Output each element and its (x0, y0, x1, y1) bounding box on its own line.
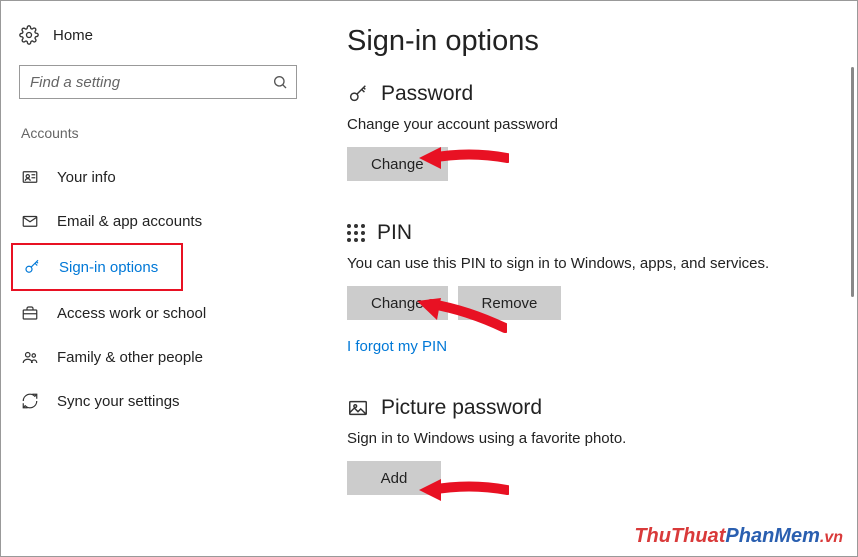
nav-label: Sign-in options (59, 259, 158, 276)
search-input[interactable] (30, 74, 272, 91)
nav-label: Your info (57, 169, 116, 186)
settings-sidebar: Home Accounts Your info Email & app acco… (1, 1, 311, 556)
key-icon (347, 83, 369, 105)
annotation-highlight: Sign-in options (11, 243, 183, 291)
search-icon (272, 74, 288, 90)
sync-icon (21, 392, 39, 410)
person-badge-icon (21, 168, 39, 186)
briefcase-icon (21, 304, 39, 322)
nav-label: Family & other people (57, 349, 203, 366)
pin-dots-icon (347, 224, 365, 242)
picture-icon (347, 397, 369, 419)
sidebar-item-work-school[interactable]: Access work or school (19, 291, 311, 335)
pin-heading: PIN (377, 221, 412, 245)
pin-desc: You can use this PIN to sign in to Windo… (347, 255, 827, 272)
watermark: ThuThuatPhanMem.vn (634, 525, 843, 548)
nav-label: Email & app accounts (57, 213, 202, 230)
main-content: Sign-in options Password Change your acc… (311, 1, 857, 556)
vertical-scrollbar[interactable] (851, 67, 854, 297)
password-heading: Password (381, 82, 473, 106)
picture-heading: Picture password (381, 396, 542, 420)
people-icon (21, 348, 39, 366)
search-box[interactable] (19, 65, 297, 99)
pin-change-button[interactable]: Change (347, 286, 448, 320)
picture-password-section: Picture password Sign in to Windows usin… (347, 396, 827, 495)
sidebar-item-family[interactable]: Family & other people (19, 335, 311, 379)
key-icon (23, 258, 41, 276)
password-change-button[interactable]: Change (347, 147, 448, 181)
sidebar-item-email[interactable]: Email & app accounts (19, 199, 311, 243)
home-label: Home (53, 27, 93, 44)
sidebar-section-label: Accounts (19, 125, 311, 141)
sidebar-item-sync[interactable]: Sync your settings (19, 379, 311, 423)
nav-label: Sync your settings (57, 393, 180, 410)
pin-section: PIN You can use this PIN to sign in to W… (347, 221, 827, 356)
gear-icon (19, 25, 39, 45)
nav-label: Access work or school (57, 305, 206, 322)
sidebar-item-signin-options[interactable]: Sign-in options (21, 245, 181, 289)
password-section: Password Change your account password Ch… (347, 82, 827, 181)
home-nav[interactable]: Home (19, 25, 311, 45)
picture-desc: Sign in to Windows using a favorite phot… (347, 430, 827, 447)
forgot-pin-link[interactable]: I forgot my PIN (347, 338, 447, 355)
mail-icon (21, 212, 39, 230)
sidebar-item-your-info[interactable]: Your info (19, 155, 311, 199)
password-desc: Change your account password (347, 116, 827, 133)
picture-add-button[interactable]: Add (347, 461, 441, 495)
page-title: Sign-in options (347, 25, 827, 58)
pin-remove-button[interactable]: Remove (458, 286, 562, 320)
